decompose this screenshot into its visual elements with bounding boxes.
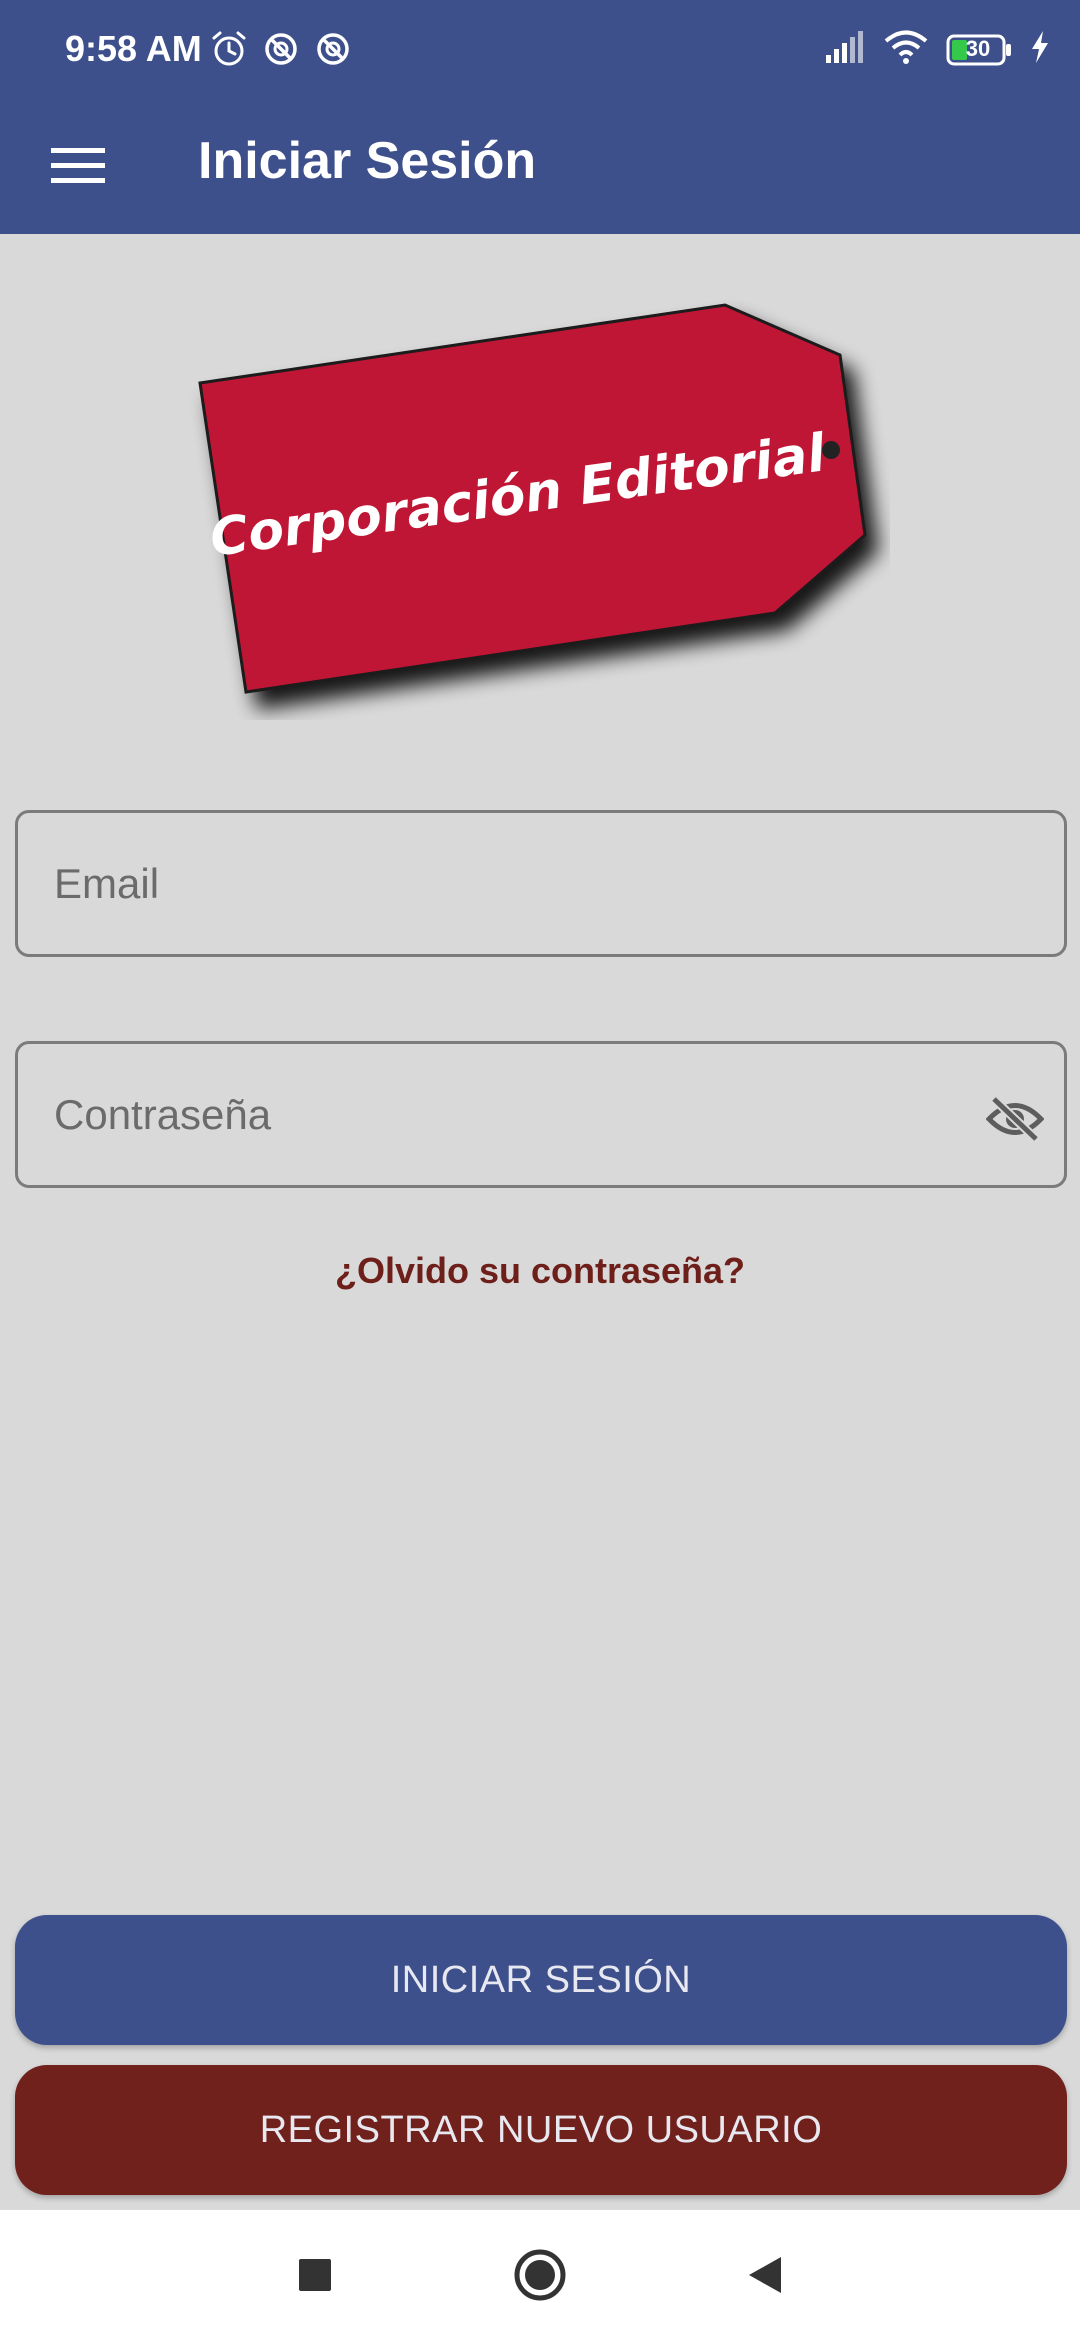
email-field[interactable]	[15, 810, 1067, 957]
wifi-icon	[884, 30, 928, 69]
password-field[interactable]	[15, 1041, 1067, 1188]
page-title: Iniciar Sesión	[198, 132, 537, 190]
forgot-password-link[interactable]: ¿Olvido su contraseña?	[0, 1250, 1080, 1292]
signal-icon	[824, 31, 866, 68]
status-icons-right: 30	[824, 30, 1050, 69]
password-input[interactable]	[54, 1044, 954, 1185]
app-bar: Iniciar Sesión	[0, 100, 1080, 234]
login-button[interactable]: INICIAR SESIÓN	[15, 1915, 1067, 2045]
email-input[interactable]	[54, 813, 954, 954]
battery-level: 30	[965, 35, 991, 61]
battery-icon: 30	[946, 33, 1012, 67]
recents-icon[interactable]	[285, 2245, 345, 2305]
register-button[interactable]: REGISTRAR NUEVO USUARIO	[15, 2065, 1067, 2195]
status-time: 9:58 AM	[65, 28, 202, 69]
data-saver-icon	[262, 30, 300, 73]
status-bar: 9:58 AM 30	[0, 0, 1080, 100]
alarm-icon	[210, 30, 248, 73]
system-nav-bar	[0, 2210, 1080, 2340]
eye-off-icon[interactable]	[980, 1084, 1050, 1154]
data-saver-icon	[314, 30, 352, 73]
hamburger-menu-icon[interactable]	[42, 130, 114, 202]
back-icon[interactable]	[735, 2245, 795, 2305]
corporacion-editorial-logo: Corporación Editorial	[190, 295, 890, 720]
charging-icon	[1030, 31, 1050, 68]
home-icon[interactable]	[510, 2245, 570, 2305]
status-icons-left	[210, 30, 352, 73]
